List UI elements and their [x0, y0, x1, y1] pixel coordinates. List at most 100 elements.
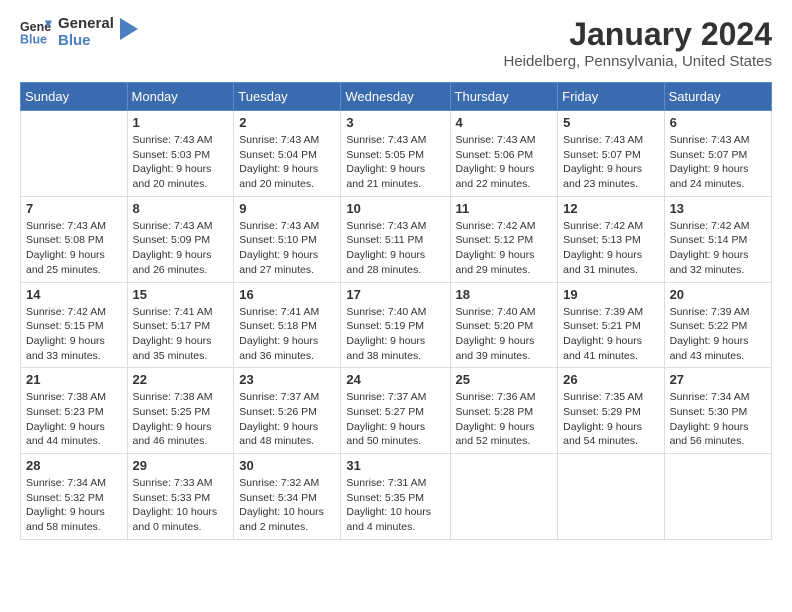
day-info: Sunrise: 7:43 AMSunset: 5:08 PMDaylight:…: [26, 219, 122, 278]
calendar-cell: [450, 454, 558, 540]
day-number: 12: [563, 201, 658, 216]
page-header: General Blue General Blue January 2024 H…: [20, 16, 772, 70]
day-info: Sunrise: 7:39 AMSunset: 5:21 PMDaylight:…: [563, 305, 658, 364]
header-cell-saturday: Saturday: [664, 83, 771, 111]
calendar-week-row: 21 Sunrise: 7:38 AMSunset: 5:23 PMDayligh…: [21, 368, 772, 454]
calendar-cell: 27 Sunrise: 7:34 AMSunset: 5:30 PMDayligh…: [664, 368, 771, 454]
day-info: Sunrise: 7:36 AMSunset: 5:28 PMDaylight:…: [456, 390, 553, 449]
day-info: Sunrise: 7:41 AMSunset: 5:18 PMDaylight:…: [239, 305, 335, 364]
day-info: Sunrise: 7:42 AMSunset: 5:14 PMDaylight:…: [670, 219, 766, 278]
day-info: Sunrise: 7:43 AMSunset: 5:03 PMDaylight:…: [133, 133, 229, 192]
header-cell-sunday: Sunday: [21, 83, 128, 111]
day-number: 14: [26, 287, 122, 302]
calendar-cell: 30 Sunrise: 7:32 AMSunset: 5:34 PMDayligh…: [234, 454, 341, 540]
calendar-cell: 22 Sunrise: 7:38 AMSunset: 5:25 PMDayligh…: [127, 368, 234, 454]
day-info: Sunrise: 7:43 AMSunset: 5:07 PMDaylight:…: [670, 133, 766, 192]
calendar-header: SundayMondayTuesdayWednesdayThursdayFrid…: [21, 83, 772, 111]
day-info: Sunrise: 7:33 AMSunset: 5:33 PMDaylight:…: [133, 476, 229, 535]
calendar-cell: 15Sunrise: 7:41 AMSunset: 5:17 PMDayligh…: [127, 282, 234, 368]
day-info: Sunrise: 7:31 AMSunset: 5:35 PMDaylight:…: [346, 476, 444, 535]
day-number: 30: [239, 458, 335, 473]
day-number: 9: [239, 201, 335, 216]
day-info: Sunrise: 7:38 AMSunset: 5:25 PMDaylight:…: [133, 390, 229, 449]
day-number: 16: [239, 287, 335, 302]
day-info: Sunrise: 7:32 AMSunset: 5:34 PMDaylight:…: [239, 476, 335, 535]
month-title: January 2024: [504, 16, 773, 53]
calendar-cell: 29Sunrise: 7:33 AMSunset: 5:33 PMDayligh…: [127, 454, 234, 540]
calendar-cell: [21, 111, 128, 197]
calendar-cell: 20Sunrise: 7:39 AMSunset: 5:22 PMDayligh…: [664, 282, 771, 368]
calendar-cell: 1Sunrise: 7:43 AMSunset: 5:03 PMDaylight…: [127, 111, 234, 197]
day-number: 27: [670, 372, 766, 387]
logo-arrow-icon: [120, 18, 138, 40]
day-number: 3: [346, 115, 444, 130]
day-info: Sunrise: 7:42 AMSunset: 5:13 PMDaylight:…: [563, 219, 658, 278]
day-number: 8: [133, 201, 229, 216]
day-info: Sunrise: 7:37 AMSunset: 5:26 PMDaylight:…: [239, 390, 335, 449]
header-cell-tuesday: Tuesday: [234, 83, 341, 111]
calendar-week-row: 1Sunrise: 7:43 AMSunset: 5:03 PMDaylight…: [21, 111, 772, 197]
calendar-cell: 12 Sunrise: 7:42 AMSunset: 5:13 PMDayligh…: [558, 196, 664, 282]
header-cell-thursday: Thursday: [450, 83, 558, 111]
calendar-cell: 17Sunrise: 7:40 AMSunset: 5:19 PMDayligh…: [341, 282, 450, 368]
calendar-cell: 10 Sunrise: 7:43 AMSunset: 5:11 PMDayligh…: [341, 196, 450, 282]
calendar-cell: 8Sunrise: 7:43 AMSunset: 5:09 PMDaylight…: [127, 196, 234, 282]
calendar-cell: 9 Sunrise: 7:43 AMSunset: 5:10 PMDaylight…: [234, 196, 341, 282]
header-cell-monday: Monday: [127, 83, 234, 111]
calendar-cell: 13 Sunrise: 7:42 AMSunset: 5:14 PMDayligh…: [664, 196, 771, 282]
calendar-cell: 6Sunrise: 7:43 AMSunset: 5:07 PMDaylight…: [664, 111, 771, 197]
calendar-cell: [664, 454, 771, 540]
calendar-cell: 18 Sunrise: 7:40 AMSunset: 5:20 PMDayligh…: [450, 282, 558, 368]
logo-line1: General: [58, 16, 114, 33]
calendar-cell: 28Sunrise: 7:34 AMSunset: 5:32 PMDayligh…: [21, 454, 128, 540]
calendar-cell: 11 Sunrise: 7:42 AMSunset: 5:12 PMDayligh…: [450, 196, 558, 282]
day-number: 31: [346, 458, 444, 473]
day-info: Sunrise: 7:34 AMSunset: 5:30 PMDaylight:…: [670, 390, 766, 449]
calendar-cell: 5Sunrise: 7:43 AMSunset: 5:07 PMDaylight…: [558, 111, 664, 197]
day-info: Sunrise: 7:39 AMSunset: 5:22 PMDaylight:…: [670, 305, 766, 364]
calendar-cell: 25Sunrise: 7:36 AMSunset: 5:28 PMDayligh…: [450, 368, 558, 454]
header-row: SundayMondayTuesdayWednesdayThursdayFrid…: [21, 83, 772, 111]
day-number: 21: [26, 372, 122, 387]
calendar-table: SundayMondayTuesdayWednesdayThursdayFrid…: [20, 82, 772, 540]
day-number: 5: [563, 115, 658, 130]
header-cell-wednesday: Wednesday: [341, 83, 450, 111]
day-info: Sunrise: 7:43 AMSunset: 5:06 PMDaylight:…: [456, 133, 553, 192]
day-info: Sunrise: 7:43 AMSunset: 5:11 PMDaylight:…: [346, 219, 444, 278]
day-info: Sunrise: 7:43 AMSunset: 5:05 PMDaylight:…: [346, 133, 444, 192]
calendar-cell: 26 Sunrise: 7:35 AMSunset: 5:29 PMDayligh…: [558, 368, 664, 454]
calendar-cell: 23 Sunrise: 7:37 AMSunset: 5:26 PMDayligh…: [234, 368, 341, 454]
day-info: Sunrise: 7:43 AMSunset: 5:04 PMDaylight:…: [239, 133, 335, 192]
day-info: Sunrise: 7:42 AMSunset: 5:12 PMDaylight:…: [456, 219, 553, 278]
calendar-week-row: 14Sunrise: 7:42 AMSunset: 5:15 PMDayligh…: [21, 282, 772, 368]
calendar-cell: 2 Sunrise: 7:43 AMSunset: 5:04 PMDaylight…: [234, 111, 341, 197]
calendar-cell: 7 Sunrise: 7:43 AMSunset: 5:08 PMDaylight…: [21, 196, 128, 282]
day-number: 4: [456, 115, 553, 130]
day-info: Sunrise: 7:35 AMSunset: 5:29 PMDaylight:…: [563, 390, 658, 449]
day-info: Sunrise: 7:40 AMSunset: 5:20 PMDaylight:…: [456, 305, 553, 364]
logo-line2: Blue: [58, 33, 114, 50]
calendar-cell: 16 Sunrise: 7:41 AMSunset: 5:18 PMDayligh…: [234, 282, 341, 368]
logo: General Blue General Blue: [20, 16, 138, 49]
day-number: 13: [670, 201, 766, 216]
day-info: Sunrise: 7:38 AMSunset: 5:23 PMDaylight:…: [26, 390, 122, 449]
day-number: 18: [456, 287, 553, 302]
calendar-cell: 3 Sunrise: 7:43 AMSunset: 5:05 PMDaylight…: [341, 111, 450, 197]
day-number: 23: [239, 372, 335, 387]
day-number: 10: [346, 201, 444, 216]
day-info: Sunrise: 7:34 AMSunset: 5:32 PMDaylight:…: [26, 476, 122, 535]
day-number: 2: [239, 115, 335, 130]
calendar-week-row: 7 Sunrise: 7:43 AMSunset: 5:08 PMDaylight…: [21, 196, 772, 282]
day-number: 22: [133, 372, 229, 387]
day-number: 11: [456, 201, 553, 216]
day-number: 7: [26, 201, 122, 216]
subtitle: Heidelberg, Pennsylvania, United States: [504, 53, 773, 70]
calendar-cell: 24 Sunrise: 7:37 AMSunset: 5:27 PMDayligh…: [341, 368, 450, 454]
day-number: 17: [346, 287, 444, 302]
day-info: Sunrise: 7:43 AMSunset: 5:10 PMDaylight:…: [239, 219, 335, 278]
day-number: 24: [346, 372, 444, 387]
day-info: Sunrise: 7:41 AMSunset: 5:17 PMDaylight:…: [133, 305, 229, 364]
day-info: Sunrise: 7:37 AMSunset: 5:27 PMDaylight:…: [346, 390, 444, 449]
day-number: 26: [563, 372, 658, 387]
calendar-cell: 21 Sunrise: 7:38 AMSunset: 5:23 PMDayligh…: [21, 368, 128, 454]
